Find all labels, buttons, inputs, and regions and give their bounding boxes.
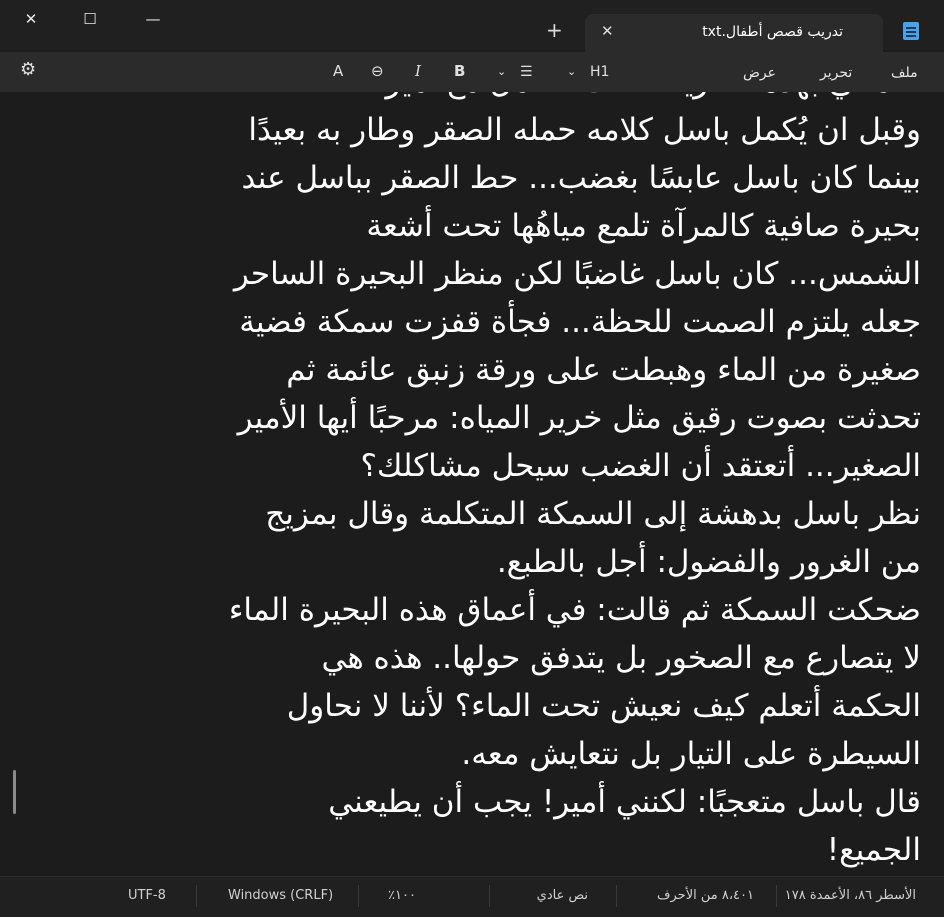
text-line: الصغير... أتعتقد أن الغضب سيحل مشاكلك؟ <box>360 448 921 484</box>
minimize-window-button[interactable]: — <box>130 0 176 38</box>
document-text: تحمّلني بهذه الطريقة! أنت تتعامل مع أمير… <box>21 92 921 874</box>
cursor-position: الأسطر ٨٦، الأعمدة ١٧٨ <box>784 888 916 903</box>
text-line: جعله يلتزم الصمت للحظة... فجأة قفزت سمكة… <box>239 304 921 340</box>
bold-button[interactable]: B <box>454 62 465 80</box>
menu-toolbar: ملف تحرير عرض H1 ⌄ ☰ ⌄ B I ⊖ A ⚙ <box>0 52 944 92</box>
close-icon: ✕ <box>24 10 38 28</box>
status-bar: الأسطر ٨٦، الأعمدة ١٧٨ ٨،٤٠١ من الأحرف ن… <box>0 876 944 917</box>
heading-dropdown-chevron-icon[interactable]: ⌄ <box>567 65 576 78</box>
maximize-icon: ☐ <box>83 10 97 28</box>
text-line: ضحكت السمكة ثم قالت: في أعماق هذه البحير… <box>228 592 921 628</box>
menu-edit[interactable]: تحرير <box>820 65 852 81</box>
text-line: قال باسل متعجبًا: لكنني أمير! يجب أن يطي… <box>328 784 921 820</box>
list-dropdown-chevron-icon[interactable]: ⌄ <box>497 65 506 78</box>
link-icon[interactable]: ⊖ <box>371 62 384 80</box>
zoom-level[interactable]: ١٠٠٪ <box>388 888 416 903</box>
title-bar: ✕ ☐ — + ✕ تدريب قصص أطفال.txt <box>0 0 944 52</box>
text-line: من الغرور والفضول: أجل بالطبع. <box>496 544 921 580</box>
text-line: السيطرة على التيار بل نتعايش معه. <box>461 736 921 772</box>
text-line: الحكمة أتعلم كيف نعيش تحت الماء؟ لأننا ل… <box>286 688 921 724</box>
encoding[interactable]: UTF-8 <box>128 888 166 903</box>
text-line: تحدثت بصوت رقيق مثل خرير المياه: مرحبًا … <box>237 400 921 436</box>
minimize-icon: — <box>145 10 161 28</box>
line-ending[interactable]: Windows (CRLF) <box>228 888 333 903</box>
text-line: الجميع! <box>826 832 921 868</box>
new-tab-button[interactable]: + <box>546 20 563 40</box>
text-format[interactable]: نص عادي <box>537 888 588 903</box>
text-line: صغيرة من الماء وهبطت على ورقة زنبق عائمة… <box>286 352 921 388</box>
settings-gear-icon[interactable]: ⚙ <box>20 59 36 80</box>
tab-title: تدريب قصص أطفال.txt <box>702 24 843 40</box>
text-line: بينما كان باسل عابسًا بغضب... حط الصقر ب… <box>241 160 922 196</box>
text-line: وقبل ان يُكمل باسل كلامه حمله الصقر وطار… <box>248 112 921 148</box>
character-count: ٨،٤٠١ من الأحرف <box>657 888 754 903</box>
tab-close-icon[interactable]: ✕ <box>601 22 614 40</box>
clear-formatting-icon[interactable]: A <box>333 62 343 80</box>
close-window-button[interactable]: ✕ <box>8 0 54 38</box>
text-line: الشمس... كان باسل غاضبًا لكن منظر البحير… <box>233 256 921 292</box>
menu-file[interactable]: ملف <box>891 65 918 81</box>
status-divider <box>358 885 359 907</box>
text-line: نظر باسل بدهشة إلى السمكة المتكلمة وقال … <box>265 496 921 532</box>
menu-view[interactable]: عرض <box>743 65 776 81</box>
text-editor[interactable]: تحمّلني بهذه الطريقة! أنت تتعامل مع أمير… <box>0 92 944 876</box>
text-line: لا يتصارع مع الصخور بل يتدفق حولها.. هذه… <box>321 640 921 676</box>
plus-icon: + <box>546 18 563 42</box>
status-divider <box>616 885 617 907</box>
text-line: تحمّلني بهذه الطريقة! أنت تتعامل مع أمير… <box>21 92 921 106</box>
scrollbar-thumb[interactable] <box>13 770 16 814</box>
text-line: بحيرة صافية كالمرآة تلمع مياهُها تحت أشع… <box>366 208 921 244</box>
list-icon[interactable]: ☰ <box>520 64 533 80</box>
heading-button[interactable]: H1 <box>590 64 609 80</box>
maximize-window-button[interactable]: ☐ <box>67 0 113 38</box>
status-divider <box>776 885 777 907</box>
status-divider <box>196 885 197 907</box>
status-divider <box>489 885 490 907</box>
document-tab[interactable]: ✕ تدريب قصص أطفال.txt <box>585 14 883 52</box>
notepad-app-icon <box>903 22 919 40</box>
italic-button[interactable]: I <box>415 62 421 80</box>
